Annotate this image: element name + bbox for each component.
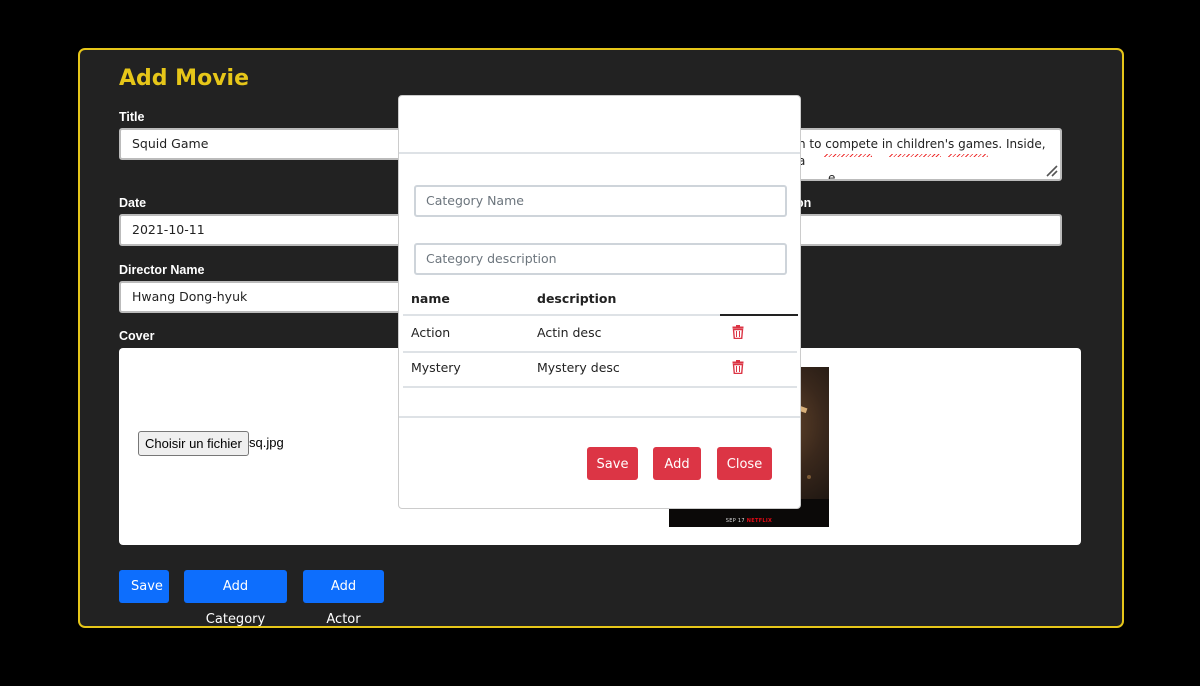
title-label: Title <box>119 110 145 124</box>
modal-close-button[interactable]: Close <box>717 447 772 480</box>
director-label: Director Name <box>119 263 205 277</box>
row-description: Mystery desc <box>537 360 620 375</box>
date-input[interactable]: 2021-10-11 <box>119 214 419 246</box>
column-header-description: description <box>537 291 617 306</box>
trash-icon[interactable] <box>732 325 744 339</box>
category-name-input[interactable]: Category Name <box>414 185 787 217</box>
table-row-divider <box>403 386 797 388</box>
spellcheck-underline <box>889 154 941 157</box>
poster-footer: SEP 17 NETFLIX <box>669 518 829 524</box>
choose-file-button[interactable]: Choisir un fichier <box>138 431 249 456</box>
modal-add-button[interactable]: Add <box>653 447 701 480</box>
category-modal: Category Name Category description name … <box>398 95 801 509</box>
row-name: Mystery <box>411 360 461 375</box>
duration-input[interactable] <box>780 214 1062 246</box>
row-description: Actin desc <box>537 325 602 340</box>
title-input[interactable]: Squid Game <box>119 128 419 160</box>
table-row-divider <box>403 351 797 353</box>
add-actor-button[interactable]: Add Actor <box>303 570 384 627</box>
poster-date: SEP 17 <box>725 518 745 524</box>
description-line-1: n to compete in children's games. Inside… <box>798 137 1046 168</box>
page-title: Add Movie <box>119 66 249 91</box>
save-button[interactable]: Save <box>119 570 169 603</box>
description-line-2: e. <box>828 171 840 181</box>
add-category-button[interactable]: Add Category <box>184 570 287 627</box>
spellcheck-underline <box>824 154 872 157</box>
file-name: sq.jpg <box>249 435 284 450</box>
modal-header <box>399 96 800 154</box>
spellcheck-underline <box>948 154 988 157</box>
modal-save-button[interactable]: Save <box>587 447 638 480</box>
modal-footer-divider <box>399 416 800 418</box>
director-input[interactable]: Hwang Dong-hyuk <box>119 281 419 313</box>
table-header-divider <box>403 314 720 316</box>
column-header-divider <box>720 314 798 316</box>
category-description-input[interactable]: Category description <box>414 243 787 275</box>
date-label: Date <box>119 196 147 210</box>
column-header-name: name <box>411 291 450 306</box>
resize-grip-icon[interactable] <box>1044 163 1058 177</box>
trash-icon[interactable] <box>732 360 744 374</box>
poster-brand: NETFLIX <box>746 518 773 524</box>
cover-label: Cover <box>119 329 155 343</box>
row-name: Action <box>411 325 451 340</box>
